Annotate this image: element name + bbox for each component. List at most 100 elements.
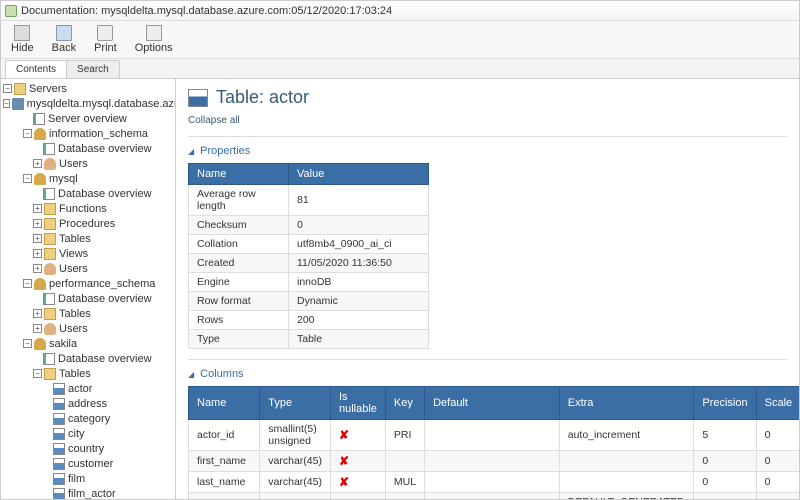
cell <box>425 451 560 472</box>
content-panel: Table: actor Collapse all Properties Nam… <box>176 79 799 499</box>
cell: auto_increment <box>559 420 694 451</box>
tree-item[interactable]: Database overview <box>3 291 175 306</box>
table-icon <box>53 398 65 410</box>
tree-perf-schema[interactable]: −performance_schema <box>3 276 175 291</box>
folder-icon <box>44 368 56 380</box>
server-icon <box>12 98 24 110</box>
table-icon <box>53 473 65 485</box>
tree-item[interactable]: +Tables <box>3 231 175 246</box>
tree-item[interactable]: Database overview <box>3 186 175 201</box>
cell <box>559 472 694 493</box>
tree-table-item[interactable]: category <box>3 411 175 426</box>
print-icon <box>97 25 113 41</box>
table-icon <box>53 443 65 455</box>
section-header-columns[interactable]: Columns <box>188 366 787 382</box>
cell: ✘ <box>330 472 385 493</box>
cell: first_name <box>189 451 260 472</box>
cell: 5 <box>694 420 756 451</box>
table-row: Row formatDynamic <box>189 292 429 311</box>
section-properties: Properties NameValue Average row length8… <box>188 136 787 359</box>
tree-table-item[interactable]: customer <box>3 456 175 471</box>
page-icon <box>43 143 55 155</box>
table-row: Average row length81 <box>189 185 429 216</box>
cell: varchar(45) <box>260 472 331 493</box>
tree-server[interactable]: −mysqldelta.mysql.database.azure.com:330… <box>3 96 175 111</box>
page-icon <box>33 113 45 125</box>
table-row: EngineinnoDB <box>189 273 429 292</box>
tree-sakila-tables[interactable]: −Tables <box>3 366 175 381</box>
cell: PRI <box>385 420 424 451</box>
cell: actor_id <box>189 420 260 451</box>
cell: DEFAULT_GENERATED on update CURRENT_TIME… <box>559 493 694 500</box>
tree-table-item[interactable]: film <box>3 471 175 486</box>
table-icon <box>53 428 65 440</box>
tree-item[interactable]: Database overview <box>3 141 175 156</box>
prop-value: utf8mb4_0900_ai_ci <box>289 235 429 254</box>
folder-icon <box>44 308 56 320</box>
tree-table-item[interactable]: country <box>3 441 175 456</box>
prop-name: Rows <box>189 311 289 330</box>
tree-table-actor[interactable]: actor <box>3 381 175 396</box>
col-nullable: Is nullable <box>330 387 385 420</box>
cross-icon: ✘ <box>339 428 349 442</box>
columns-table: Name Type Is nullable Key Default Extra … <box>188 386 799 499</box>
cell: last_update <box>189 493 260 500</box>
cell: timestamp <box>260 493 331 500</box>
table-icon <box>53 413 65 425</box>
folder-icon <box>44 218 56 230</box>
cell: 0 <box>694 472 756 493</box>
table-title-icon <box>188 89 208 107</box>
prop-value: 11/05/2020 11:36:50 <box>289 254 429 273</box>
page-icon <box>43 293 55 305</box>
tree-item[interactable]: +Users <box>3 156 175 171</box>
tree-table-item[interactable]: city <box>3 426 175 441</box>
tab-search[interactable]: Search <box>66 60 120 78</box>
section-header-properties[interactable]: Properties <box>188 143 787 159</box>
table-icon <box>53 458 65 470</box>
col-default: Default <box>425 387 560 420</box>
tree-server-overview[interactable]: Server overview <box>3 111 175 126</box>
toolbar: Hide Back Print Options <box>1 21 799 59</box>
cell <box>425 472 560 493</box>
cross-icon: ✘ <box>339 454 349 468</box>
options-button[interactable]: Options <box>131 23 177 56</box>
tree-info-schema[interactable]: −information_schema <box>3 126 175 141</box>
tree-mysql[interactable]: −mysql <box>3 171 175 186</box>
table-row: last_namevarchar(45)✘MUL00 <box>189 472 800 493</box>
tree-table-item[interactable]: address <box>3 396 175 411</box>
tree-item[interactable]: +Functions <box>3 201 175 216</box>
tree-item[interactable]: +Tables <box>3 306 175 321</box>
tree-item[interactable]: +Views <box>3 246 175 261</box>
hide-button[interactable]: Hide <box>7 23 38 56</box>
collapse-all-link[interactable]: Collapse all <box>188 115 240 126</box>
cell: 0 <box>756 420 799 451</box>
tree-table-item[interactable]: film_actor <box>3 486 175 499</box>
back-button[interactable]: Back <box>48 23 80 56</box>
tree-item[interactable]: Database overview <box>3 351 175 366</box>
page-icon <box>43 353 55 365</box>
tree-item[interactable]: +Procedures <box>3 216 175 231</box>
tree-sakila[interactable]: −sakila <box>3 336 175 351</box>
tree-item[interactable]: +Users <box>3 261 175 276</box>
cell: ✘ <box>330 451 385 472</box>
app-window: Documentation: mysqldelta.mysql.database… <box>0 0 800 500</box>
tree-panel[interactable]: −Servers −mysqldelta.mysql.database.azur… <box>1 79 176 499</box>
folder-icon <box>44 248 56 260</box>
cell: 0 <box>694 493 756 500</box>
cell: 0 <box>756 472 799 493</box>
table-row: Checksum0 <box>189 216 429 235</box>
cell: 0 <box>694 451 756 472</box>
tabstrip: Contents Search <box>1 59 799 79</box>
users-icon <box>44 158 56 170</box>
print-button[interactable]: Print <box>90 23 121 56</box>
database-icon <box>34 128 46 140</box>
tree-item[interactable]: +Users <box>3 321 175 336</box>
tree-servers[interactable]: −Servers <box>3 81 175 96</box>
back-icon <box>56 25 72 41</box>
tab-contents[interactable]: Contents <box>5 60 67 78</box>
cell: CURRENT_TIMESTAMP <box>425 493 560 500</box>
cell: 0 <box>756 493 799 500</box>
prop-name: Engine <box>189 273 289 292</box>
users-icon <box>44 263 56 275</box>
cell <box>425 420 560 451</box>
